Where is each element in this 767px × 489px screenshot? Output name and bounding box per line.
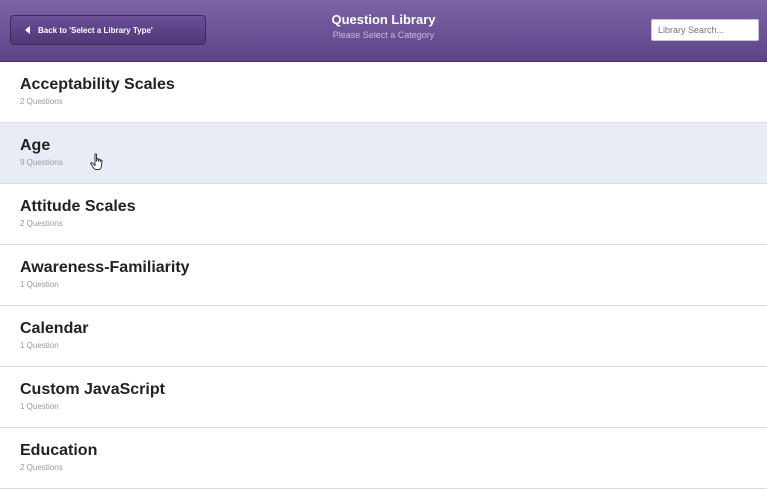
category-name: Education	[20, 442, 98, 459]
category-name: Awareness-Familiarity	[20, 259, 190, 276]
category-row[interactable]: Attitude Scales 2 Questions	[0, 184, 767, 245]
library-search-input[interactable]	[651, 19, 759, 41]
question-count: 2 Questions	[20, 463, 63, 472]
question-count: 1 Question	[20, 402, 59, 411]
category-row[interactable]: Custom JavaScript 1 Question	[0, 367, 767, 428]
category-row[interactable]: Age 9 Questions	[0, 123, 767, 184]
question-count: 1 Question	[20, 280, 59, 289]
question-count: 2 Questions	[20, 97, 63, 106]
header-bar: Back to 'Select a Library Type' Question…	[0, 0, 767, 62]
hand-pointer-icon	[90, 153, 103, 170]
category-name: Custom JavaScript	[20, 381, 165, 398]
back-button[interactable]: Back to 'Select a Library Type'	[10, 15, 206, 45]
category-name: Calendar	[20, 320, 89, 337]
category-name: Attitude Scales	[20, 198, 136, 215]
category-row[interactable]: Calendar 1 Question	[0, 306, 767, 367]
category-name: Age	[20, 137, 51, 154]
question-count: 9 Questions	[20, 158, 63, 167]
category-list: Acceptability Scales 2 Questions Age 9 Q…	[0, 62, 767, 489]
back-button-label: Back to 'Select a Library Type'	[38, 25, 153, 35]
category-name: Acceptability Scales	[20, 76, 175, 93]
category-row[interactable]: Acceptability Scales 2 Questions	[0, 62, 767, 123]
question-count: 1 Question	[20, 341, 59, 350]
question-count: 2 Questions	[20, 219, 63, 228]
left-arrow-icon	[25, 26, 30, 34]
category-row[interactable]: Education 2 Questions	[0, 428, 767, 489]
category-row[interactable]: Awareness-Familiarity 1 Question	[0, 245, 767, 306]
